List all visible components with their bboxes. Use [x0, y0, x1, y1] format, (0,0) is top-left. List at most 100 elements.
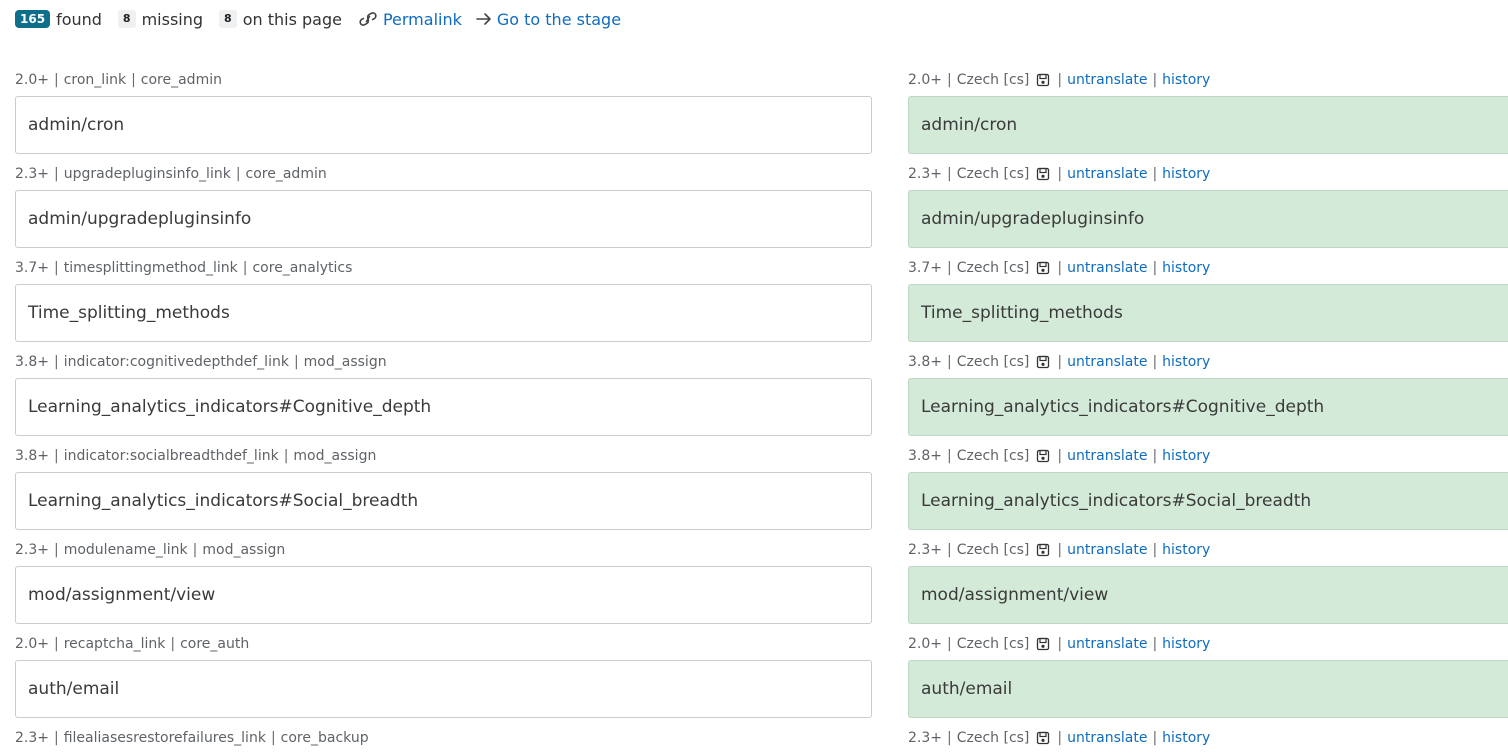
missing-label: missing [141, 9, 204, 29]
string-version: 2.3+ [15, 542, 49, 558]
floppy-disk-icon [1036, 73, 1050, 87]
string-version: 2.0+ [15, 72, 49, 88]
history-link[interactable]: history [1162, 448, 1210, 464]
history-link[interactable]: history [1162, 260, 1210, 276]
floppy-disk-icon [1036, 543, 1050, 557]
found-label: found [56, 9, 102, 29]
history-link[interactable]: history [1162, 72, 1210, 88]
row-6-translation-meta: 2.3+ | Czech [cs] | untranslate | history [908, 542, 1211, 558]
string-component: mod_assign [303, 354, 387, 370]
string-key: timesplittingmethod_link [63, 260, 238, 276]
string-component: core_backup [280, 730, 369, 746]
language-label: Czech [cs] [956, 730, 1030, 746]
go-to-stage-link[interactable]: Go to the stage [476, 10, 621, 29]
untranslate-link[interactable]: untranslate [1067, 354, 1147, 370]
permalink-link[interactable]: Permalink [358, 10, 462, 29]
history-link[interactable]: history [1162, 636, 1210, 652]
history-link[interactable]: history [1162, 542, 1210, 558]
row-5-source-meta: 3.8+ | indicator:socialbreadthdef_link | m… [15, 448, 377, 464]
string-component: core_auth [180, 636, 250, 652]
row-5-translation-field[interactable]: Learning_analytics_indicators#Social_bre… [908, 472, 1508, 530]
row-4-source-meta: 3.8+ | indicator:cognitivedepthdef_link | … [15, 354, 387, 370]
string-version: 2.0+ [15, 636, 49, 652]
language-label: Czech [cs] [956, 542, 1030, 558]
string-component: core_admin [245, 166, 327, 182]
missing-count-badge: 8 [117, 10, 136, 28]
row-4-translation-field[interactable]: Learning_analytics_indicators#Cognitive_… [908, 378, 1508, 436]
language-label: Czech [cs] [956, 166, 1030, 182]
link-icon [359, 12, 377, 26]
string-key: filealiasesrestorefailures_link [63, 730, 266, 746]
string-key: indicator:cognitivedepthdef_link [63, 354, 289, 370]
string-version: 3.8+ [15, 448, 49, 464]
untranslate-link[interactable]: untranslate [1067, 730, 1147, 746]
row-1-translation-field[interactable]: admin/cron [908, 96, 1508, 154]
language-label: Czech [cs] [956, 354, 1030, 370]
string-key: upgradepluginsinfo_link [63, 166, 231, 182]
row-2-source-text: admin/upgradepluginsinfo [15, 190, 872, 248]
floppy-disk-icon [1036, 637, 1050, 651]
language-label: Czech [cs] [956, 260, 1030, 276]
floppy-disk-icon [1036, 731, 1050, 745]
string-version: 2.3+ [908, 730, 942, 746]
row-1-translation-meta: 2.0+ | Czech [cs] | untranslate | history [908, 72, 1211, 88]
row-4-source-text: Learning_analytics_indicators#Cognitive_… [15, 378, 872, 436]
floppy-disk-icon [1036, 355, 1050, 369]
string-version: 2.3+ [15, 166, 49, 182]
untranslate-link[interactable]: untranslate [1067, 542, 1147, 558]
untranslate-link[interactable]: untranslate [1067, 260, 1147, 276]
row-5-source-text: Learning_analytics_indicators#Social_bre… [15, 472, 872, 530]
string-version: 2.3+ [908, 166, 942, 182]
row-7-source-meta: 2.0+ | recaptcha_link | core_auth [15, 636, 250, 652]
row-3-translation-field[interactable]: Time_splitting_methods [908, 284, 1508, 342]
row-1-source-text: admin/cron [15, 96, 872, 154]
row-7-source-text: auth/email [15, 660, 872, 718]
page-count-badge: 8 [219, 10, 237, 28]
language-label: Czech [cs] [956, 448, 1030, 464]
string-key: indicator:socialbreadthdef_link [63, 448, 279, 464]
string-component: core_admin [140, 72, 222, 88]
arrow-right-icon [476, 13, 491, 25]
floppy-disk-icon [1036, 167, 1050, 181]
string-version: 3.7+ [908, 260, 942, 276]
row-4-translation-meta: 3.8+ | Czech [cs] | untranslate | history [908, 354, 1211, 370]
found-count-badge: 165 [15, 10, 51, 28]
go-to-stage-label: Go to the stage [496, 9, 622, 29]
row-2-translation-field[interactable]: admin/upgradepluginsinfo [908, 190, 1508, 248]
untranslate-link[interactable]: untranslate [1067, 72, 1147, 88]
language-label: Czech [cs] [956, 636, 1030, 652]
row-3-translation-meta: 3.7+ | Czech [cs] | untranslate | history [908, 260, 1211, 276]
string-version: 2.0+ [908, 636, 942, 652]
row-6-source-meta: 2.3+ | modulename_link | mod_assign [15, 542, 286, 558]
string-version: 3.8+ [15, 354, 49, 370]
language-label: Czech [cs] [956, 72, 1030, 88]
row-1-source-meta: 2.0+ | cron_link | core_admin [15, 72, 222, 88]
row-8-source-meta: 2.3+ | filealiasesrestorefailures_link | c… [15, 730, 369, 746]
permalink-label: Permalink [382, 9, 462, 29]
untranslate-link[interactable]: untranslate [1067, 636, 1147, 652]
page-label: on this page [242, 9, 342, 29]
row-2-translation-meta: 2.3+ | Czech [cs] | untranslate | history [908, 166, 1211, 182]
row-7-translation-field[interactable]: auth/email [908, 660, 1508, 718]
history-link[interactable]: history [1162, 354, 1210, 370]
string-component: mod_assign [293, 448, 377, 464]
floppy-disk-icon [1036, 261, 1050, 275]
string-version: 3.8+ [908, 354, 942, 370]
history-link[interactable]: history [1162, 730, 1210, 746]
row-6-source-text: mod/assignment/view [15, 566, 872, 624]
row-6-translation-field[interactable]: mod/assignment/view [908, 566, 1508, 624]
row-5-translation-meta: 3.8+ | Czech [cs] | untranslate | history [908, 448, 1211, 464]
string-key: recaptcha_link [63, 636, 166, 652]
history-link[interactable]: history [1162, 166, 1210, 182]
floppy-disk-icon [1036, 449, 1050, 463]
untranslate-link[interactable]: untranslate [1067, 166, 1147, 182]
string-key: cron_link [63, 72, 127, 88]
string-version: 3.8+ [908, 448, 942, 464]
string-key: modulename_link [63, 542, 188, 558]
string-component: core_analytics [252, 260, 353, 276]
untranslate-link[interactable]: untranslate [1067, 448, 1147, 464]
string-version: 3.7+ [15, 260, 49, 276]
string-version: 2.0+ [908, 72, 942, 88]
row-2-source-meta: 2.3+ | upgradepluginsinfo_link | core_admi… [15, 166, 327, 182]
stats-bar: 165 found 8 missing 8 on this page Perma… [15, 8, 621, 30]
